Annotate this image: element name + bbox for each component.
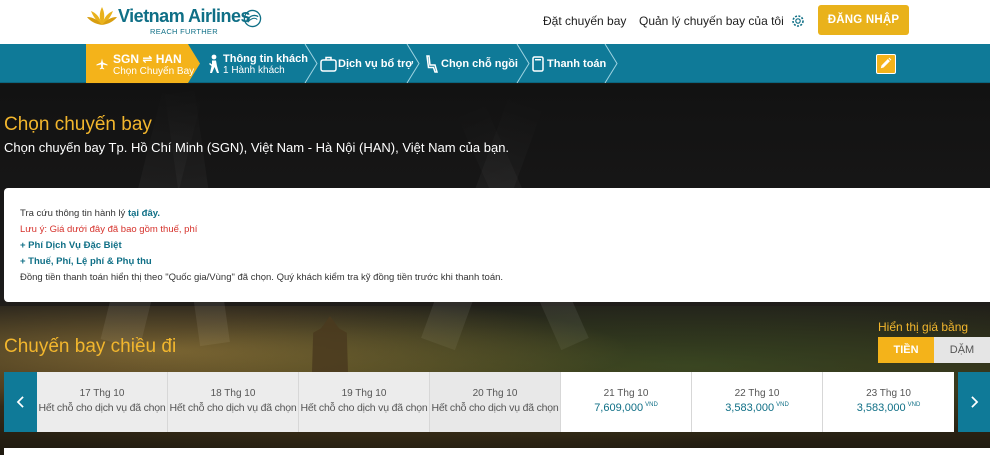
- gear-icon[interactable]: [790, 13, 806, 29]
- step-passenger-title: Thông tin khách: [223, 53, 308, 65]
- baggage-info-link[interactable]: tại đây.: [128, 208, 160, 219]
- step-ancillary-title: Dịch vụ bổ trợ: [338, 58, 414, 70]
- currency-code: VND: [776, 402, 789, 408]
- flight-list-panel: [4, 448, 990, 455]
- date-label: 17 Thg 10: [79, 388, 125, 399]
- date-label: 23 Thg 10: [866, 388, 911, 399]
- step-divider: [406, 44, 420, 83]
- currency-code: VND: [645, 402, 658, 408]
- page-subtitle: Chọn chuyến bay Tp. Hồ Chí Minh (SGN), V…: [4, 140, 510, 155]
- currency-note: Đồng tiền thanh toán hiển thị theo "Quốc…: [20, 272, 504, 283]
- date-unavailable-note: Hết chỗ cho dịch vụ đã chọn: [169, 402, 297, 414]
- next-dates-button[interactable]: [958, 372, 990, 432]
- date-cell: 18 Thg 10 Hết chỗ cho dịch vụ đã chọn: [168, 372, 299, 432]
- step-select-flight[interactable]: SGN ⇌ HAN Chọn Chuyến Bay: [86, 44, 200, 83]
- date-cell[interactable]: 22 Thg 10 3,583,000 VND: [692, 372, 823, 432]
- date-price: 3,583,000 VND: [692, 402, 822, 414]
- currency-code: VND: [907, 402, 921, 408]
- pencil-icon: [880, 57, 892, 69]
- date-unavailable-note: Hết chỗ cho dịch vụ đã chọn: [431, 402, 559, 414]
- nav-book-flight[interactable]: Đặt chuyến bay: [543, 14, 626, 28]
- date-carousel: 17 Thg 10 Hết chỗ cho dịch vụ đã chọn 18…: [4, 372, 990, 432]
- date-label: 19 Thg 10: [341, 388, 387, 399]
- step-route: SGN ⇌ HAN: [113, 52, 182, 66]
- fare-info-panel: Tra cứu thông tin hành lý tại đây. Lưu ý…: [4, 188, 990, 302]
- date-label: 21 Thg 10: [603, 388, 649, 399]
- date-cell: 19 Thg 10 Hết chỗ cho dịch vụ đã chọn: [299, 372, 430, 432]
- date-label: 22 Thg 10: [734, 388, 780, 399]
- vietnam-airlines-logo[interactable]: Vietnam Airlines REACH FURTHER: [86, 3, 276, 39]
- passenger-icon: [209, 54, 219, 73]
- baggage-info: Tra cứu thông tin hành lý tại đây.: [20, 208, 160, 219]
- step-seat-title: Chọn chỗ ngồi: [441, 58, 518, 70]
- baggage-info-text: Tra cứu thông tin hành lý: [20, 208, 128, 219]
- booking-steps-bar: SGN ⇌ HAN Chọn Chuyến Bay Thông tin khác…: [0, 44, 990, 83]
- date-cell[interactable]: 23 Thg 10 3,583,000 VND: [823, 372, 954, 432]
- login-button[interactable]: ĐĂNG NHẬP: [818, 5, 909, 35]
- price-note: Lưu ý: Giá dưới đây đã bao gồm thuế, phí: [20, 224, 198, 235]
- date-cell: 20 Thg 10 Hết chỗ cho dịch vụ đã chọn: [430, 372, 561, 432]
- date-price-value: 7,609,000: [594, 402, 644, 414]
- date-unavailable-note: Hết chỗ cho dịch vụ đã chọn: [38, 402, 166, 414]
- date-price-value: 3,583,000: [856, 402, 906, 414]
- date-price: 7,609,000 VND: [561, 402, 691, 414]
- chevron-left-icon: [16, 396, 24, 408]
- outbound-title: Chuyến bay chiều đi: [4, 336, 177, 357]
- step-passenger-info[interactable]: Thông tin khách 1 Hành khách: [200, 44, 320, 83]
- step-payment-title: Thanh toán: [547, 58, 607, 70]
- price-display-label: Hiển thị giá bằng: [878, 320, 969, 334]
- toggle-miles[interactable]: DẶM: [934, 337, 990, 363]
- step-seat-selection[interactable]: Chọn chỗ ngồi: [420, 44, 520, 83]
- date-price: 3,583,000 VND: [823, 402, 954, 414]
- date-label: 18 Thg 10: [210, 388, 256, 399]
- taxes-fees-toggle[interactable]: + Thuế, Phí, Lệ phí & Phụ thu: [20, 256, 152, 267]
- payment-icon: [532, 56, 544, 72]
- logo-tagline: REACH FURTHER: [150, 27, 218, 36]
- step-divider: [604, 44, 618, 83]
- step-select-flight-label: Chọn Chuyến Bay: [113, 66, 195, 77]
- luggage-icon: [320, 56, 337, 72]
- special-fee-toggle[interactable]: + Phí Dịch Vụ Đặc Biệt: [20, 240, 122, 251]
- date-cell: 17 Thg 10 Hết chỗ cho dịch vụ đã chọn: [37, 372, 168, 432]
- hero-section: Chọn chuyến bay Chọn chuyến bay Tp. Hồ C…: [0, 84, 990, 455]
- toggle-money[interactable]: TIỀN: [878, 337, 934, 363]
- logo-name: Vietnam Airlines: [118, 6, 251, 26]
- top-header: Vietnam Airlines REACH FURTHER Đặt chuyế…: [0, 0, 990, 44]
- step-passenger-count: 1 Hành khách: [223, 65, 285, 76]
- nav-manage-booking[interactable]: Quản lý chuyến bay của tôi: [639, 14, 784, 28]
- airplane-icon: [96, 58, 108, 70]
- step-divider: [304, 44, 318, 83]
- date-price-value: 3,583,000: [725, 402, 775, 414]
- date-label: 20 Thg 10: [472, 388, 518, 399]
- lotus-icon: [87, 7, 117, 25]
- skyteam-icon: [243, 9, 262, 28]
- chevron-right-icon: [970, 396, 978, 408]
- seat-icon: [426, 55, 438, 73]
- edit-search-button[interactable]: [876, 54, 896, 74]
- step-ancillary-services[interactable]: Dịch vụ bổ trợ: [318, 44, 418, 83]
- date-cell[interactable]: 21 Thg 10 7,609,000 VND: [561, 372, 692, 432]
- step-divider: [516, 44, 530, 83]
- prev-dates-button[interactable]: [4, 372, 37, 432]
- date-unavailable-note: Hết chỗ cho dịch vụ đã chọn: [300, 402, 428, 414]
- page-title: Chọn chuyến bay: [4, 114, 152, 135]
